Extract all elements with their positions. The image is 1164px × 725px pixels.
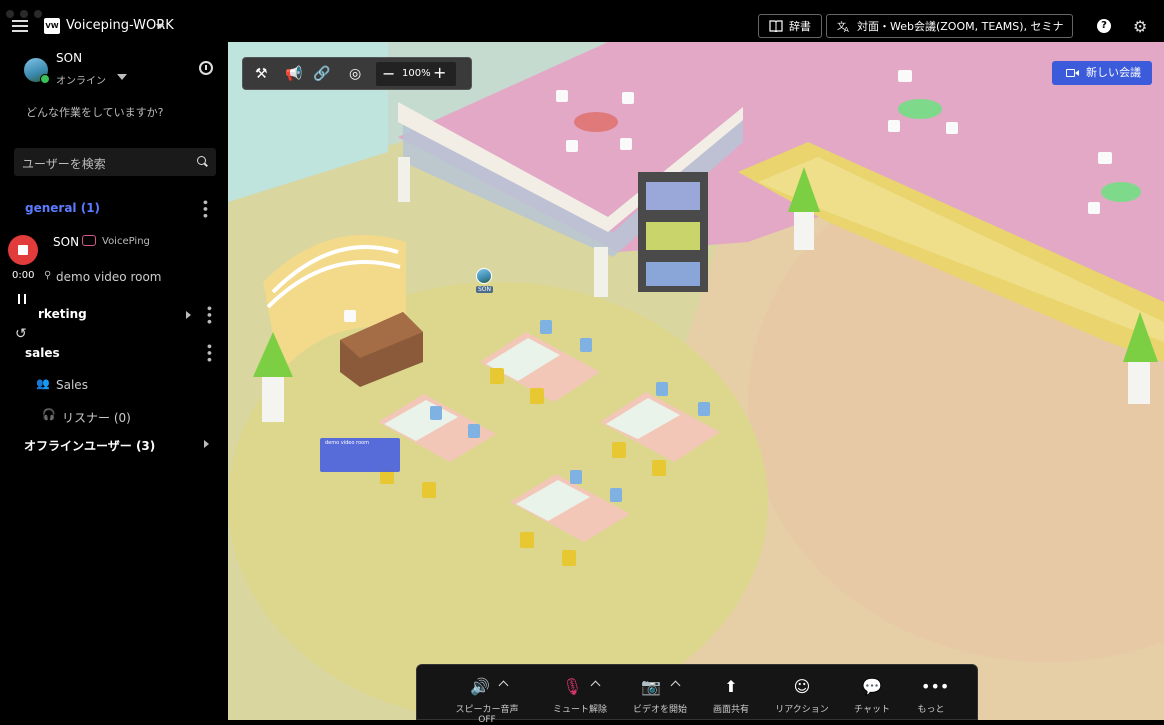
workspace-logo: VW xyxy=(44,18,60,34)
offline-users[interactable]: オフラインユーザー (3) xyxy=(24,437,155,454)
restart-icon[interactable]: ↺ xyxy=(15,326,27,342)
help-icon[interactable]: ? xyxy=(1097,19,1111,33)
hammer-icon[interactable]: ⚒ xyxy=(255,66,268,82)
channel-general-more-icon[interactable]: ••• xyxy=(197,198,212,218)
pause-icon[interactable] xyxy=(18,294,26,304)
listener-icon: 🎧 xyxy=(42,408,56,421)
video-room-card-title: demo video room xyxy=(325,440,369,446)
menu-icon[interactable] xyxy=(12,20,28,32)
link-icon[interactable]: 🔗 xyxy=(313,66,330,82)
room-demo-video[interactable]: demo video room xyxy=(56,270,161,284)
mute-label: ミュート解除 xyxy=(552,705,607,715)
gear-icon[interactable]: ⚙ xyxy=(1133,17,1147,36)
translate-icon: 文A xyxy=(837,20,849,32)
announce-icon[interactable]: 📢 xyxy=(285,66,302,82)
reaction-icon[interactable]: ☺ xyxy=(792,677,812,696)
recording-time: 0:00 xyxy=(12,270,35,281)
listener-label[interactable]: リスナー (0) xyxy=(62,409,131,426)
screen-share-icon[interactable]: ⬆ xyxy=(721,677,741,696)
channel-general[interactable]: general (1) xyxy=(25,201,100,215)
office-map-canvas xyxy=(228,42,1164,720)
status-dropdown-icon[interactable] xyxy=(117,74,127,80)
translate-button[interactable]: 文A 対面・Web会議(ZOOM, TEAMS), セミナーの翻訳 xyxy=(826,14,1073,57)
dictionary-button[interactable]: 辞書 xyxy=(758,14,822,38)
new-meeting-label: 新しい会議 xyxy=(1086,66,1141,79)
video-camera-icon xyxy=(1066,69,1079,77)
user-search-placeholder: ユーザーを検索 xyxy=(22,157,106,171)
book-icon xyxy=(769,20,783,32)
mic-off-icon[interactable]: 🎙 xyxy=(562,677,582,696)
zoom-level: 100% xyxy=(402,68,431,79)
screen-share-label: 画面共有 xyxy=(712,705,749,715)
dictionary-label: 辞書 xyxy=(789,20,811,33)
video-label: ビデオを開始 xyxy=(632,705,687,715)
chat-icon[interactable]: 💬 xyxy=(862,677,882,696)
online-status-dot xyxy=(40,74,50,84)
speaker-icon[interactable]: 🔊 xyxy=(470,677,490,696)
more-icon[interactable]: ••• xyxy=(921,677,949,696)
channel-sales-more-icon[interactable]: ••• xyxy=(201,342,216,362)
sidebar xyxy=(0,42,228,720)
room-sales[interactable]: Sales xyxy=(56,378,88,392)
chevron-right-icon[interactable] xyxy=(186,311,191,319)
zoom-out-button[interactable]: − xyxy=(382,64,395,83)
video-off-icon[interactable]: 📷 xyxy=(641,677,661,696)
more-label: もっと xyxy=(917,705,945,715)
channel-sales[interactable]: sales xyxy=(25,346,60,360)
activity-input[interactable]: どんな作業をしていますか? xyxy=(26,104,164,120)
chevron-down-icon[interactable] xyxy=(156,24,164,29)
member-name[interactable]: SON xyxy=(53,235,79,249)
reaction-label: リアクション xyxy=(775,705,829,715)
group-icon: 👥 xyxy=(36,377,50,390)
speaker-label: スピーカー音声OFF xyxy=(455,705,519,725)
channel-marketing[interactable]: rketing xyxy=(38,307,87,321)
room-icon: ⚲ xyxy=(44,270,52,281)
user-name: SON xyxy=(56,51,83,65)
channel-marketing-more-icon[interactable]: ••• xyxy=(201,304,216,324)
locate-icon[interactable]: ◎ xyxy=(349,66,361,82)
map-user-avatar[interactable] xyxy=(476,268,492,284)
map-user-label: SON xyxy=(476,286,494,293)
search-icon[interactable] xyxy=(197,156,206,165)
user-status[interactable]: オンライン xyxy=(56,72,106,87)
new-meeting-button[interactable]: 新しい会議 xyxy=(1052,61,1152,85)
timer-icon[interactable] xyxy=(199,61,213,75)
zoom-in-button[interactable]: + xyxy=(433,63,446,82)
record-stop-button[interactable] xyxy=(8,235,38,265)
voiceping-app-icon xyxy=(82,235,96,246)
member-app-label: VoicePing xyxy=(102,236,150,247)
office-map[interactable] xyxy=(228,42,1164,720)
chevron-right-icon[interactable] xyxy=(204,440,209,448)
svg-text:A: A xyxy=(844,26,849,32)
